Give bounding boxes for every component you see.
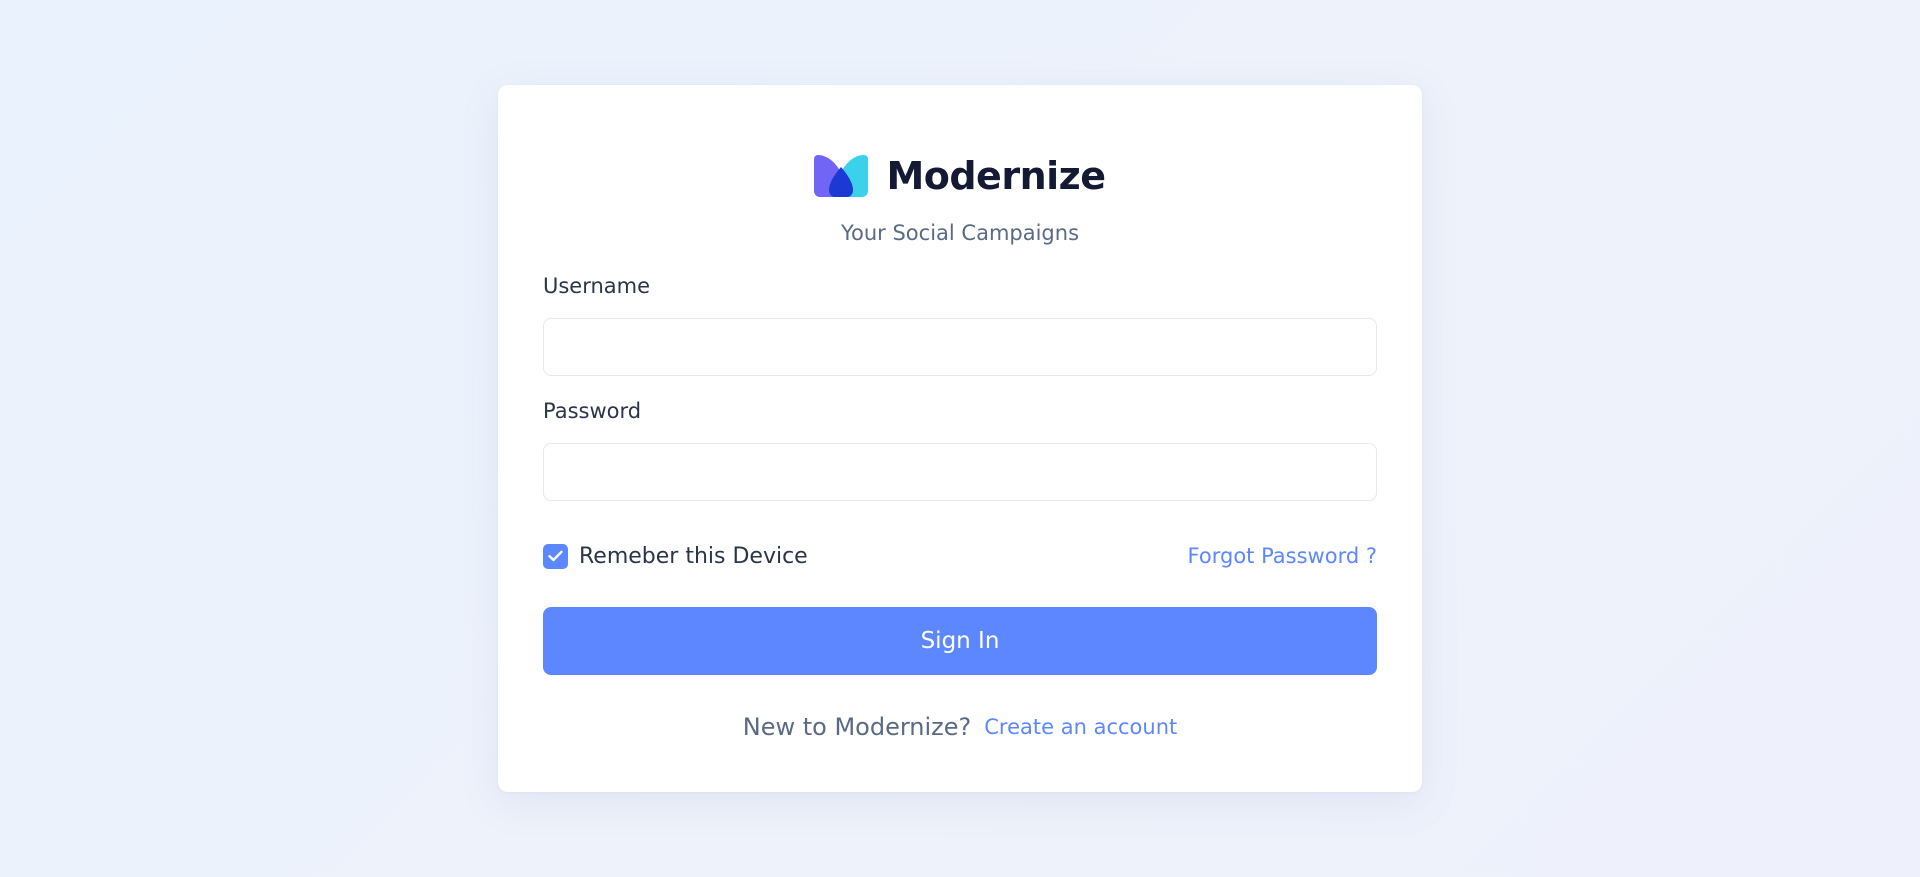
new-user-text: New to Modernize? xyxy=(742,713,972,741)
remember-device-checkbox[interactable]: Remeber this Device xyxy=(543,543,808,569)
username-label: Username xyxy=(543,274,651,298)
tagline: Your Social Campaigns xyxy=(840,221,1080,245)
create-account-link[interactable]: Create an account xyxy=(984,715,1177,739)
brand-name: Modernize xyxy=(886,154,1106,198)
remember-row: Remeber this Device Forgot Password ? xyxy=(543,541,1377,571)
remember-device-label[interactable]: Remeber this Device xyxy=(579,544,808,569)
checkmark-icon[interactable] xyxy=(543,543,568,569)
modernize-logo-icon xyxy=(814,155,869,197)
password-input[interactable] xyxy=(543,443,1377,501)
forgot-password-link[interactable]: Forgot Password ? xyxy=(1188,544,1377,568)
brand-header: Modernize xyxy=(498,154,1422,198)
username-input[interactable] xyxy=(543,318,1377,376)
login-card: Modernize Your Social Campaigns Username… xyxy=(498,85,1422,792)
signup-prompt: New to Modernize? Create an account xyxy=(498,713,1422,741)
sign-in-button[interactable]: Sign In xyxy=(543,607,1377,675)
password-label: Password xyxy=(543,399,642,423)
